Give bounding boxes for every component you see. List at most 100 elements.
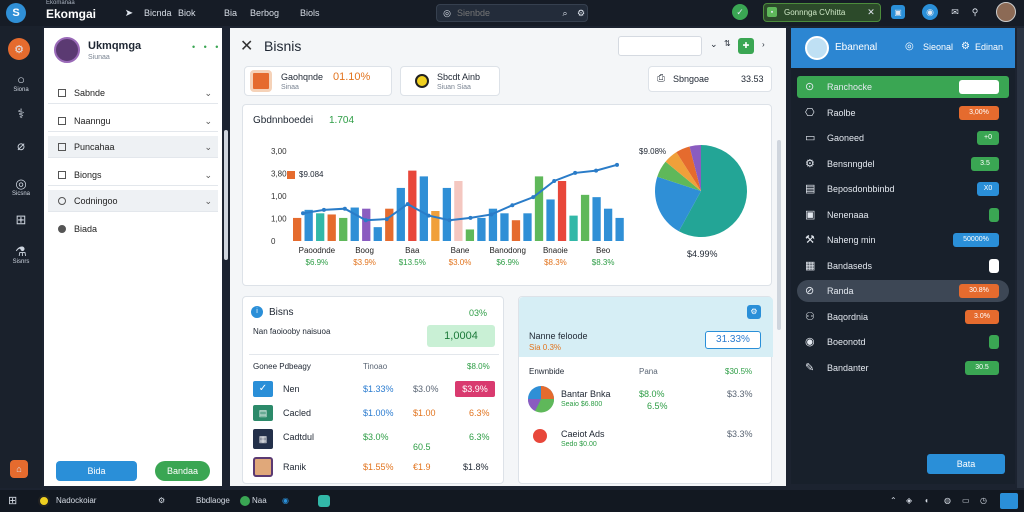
right-panel-item[interactable]: ⊘ Randa 30.8% xyxy=(797,280,1009,302)
battery-icon[interactable]: ▭ xyxy=(962,490,970,512)
header-tab-c[interactable]: Edinan xyxy=(975,42,1003,52)
status-pill[interactable]: Gonnnga CVhitta xyxy=(763,3,881,22)
nav-link-1[interactable]: Bicnda xyxy=(144,8,172,18)
teal-app-icon[interactable] xyxy=(318,495,330,507)
header-input[interactable] xyxy=(618,36,702,56)
person-icon[interactable]: ⚲ xyxy=(970,6,980,18)
secondary-button[interactable]: Bandaa xyxy=(155,461,210,481)
logo-badge-icon[interactable]: ⚙ xyxy=(8,38,30,60)
sort-icon[interactable]: ⇅ xyxy=(724,39,731,48)
x-tick-label: Boog xyxy=(355,246,374,255)
chart-line-point xyxy=(447,218,452,223)
profile-avatar[interactable] xyxy=(54,37,80,63)
right-panel-item[interactable]: ◉ Boeonotd xyxy=(797,331,1009,353)
close-icon[interactable]: ✕ xyxy=(866,6,876,18)
right-panel-item-label: Nenenaaa xyxy=(827,209,869,220)
magnifier-icon[interactable]: ⌕ xyxy=(560,7,570,19)
rail-item-globe[interactable]: ⌀ xyxy=(4,138,38,153)
app-logo-icon[interactable]: S xyxy=(6,3,26,23)
right-panel-item[interactable]: ⚒ Naheng min 50000% xyxy=(797,229,1009,251)
right-panel-item[interactable]: ▤ Beposdonbbinbd X0 xyxy=(797,178,1009,200)
add-icon[interactable]: ✚ xyxy=(738,38,754,54)
info-title: Nanne feloode xyxy=(529,331,588,341)
right-panel-item[interactable]: ⎔ Raolbe 3,00% xyxy=(797,102,1009,124)
stat-card-3[interactable]: ⎙ Sbngoae 33.53 xyxy=(648,66,772,92)
clock-icon[interactable]: ◷ xyxy=(980,490,987,512)
calendar-icon[interactable]: ▣ xyxy=(891,5,905,19)
menu-item-6[interactable]: Biada xyxy=(48,218,218,240)
avatar[interactable] xyxy=(805,36,829,60)
right-panel-item[interactable]: ⚙ Bensnngdel 3.5 xyxy=(797,153,1009,175)
nav-link-3[interactable]: Bia xyxy=(224,8,237,18)
right-panel-item[interactable]: ▦ Bandaseds xyxy=(797,255,1009,277)
menu-item-4[interactable]: Biongs ⌄ xyxy=(48,164,218,186)
avatar[interactable] xyxy=(996,2,1016,22)
nav-link-2[interactable]: Biok xyxy=(178,8,196,18)
right-panel-badge: +0 xyxy=(977,131,999,145)
dots-menu-icon[interactable]: • • • xyxy=(192,42,221,52)
expand-icon[interactable]: › xyxy=(762,40,765,49)
menu-item-5[interactable]: Codningoo ⌄ xyxy=(48,190,218,212)
settings-icon[interactable]: ⚙ xyxy=(576,7,586,19)
table-title: Bisns xyxy=(269,307,294,318)
notification-icon[interactable] xyxy=(1000,493,1018,509)
table-subtitle: Nan faoiooby naisuoa xyxy=(253,327,331,336)
mail-icon[interactable]: ✉ xyxy=(950,6,960,18)
category-value-label: $3.0% xyxy=(449,258,472,267)
header-tab-b[interactable]: Sieonal xyxy=(923,42,953,52)
main-scrollbar[interactable] xyxy=(777,140,781,330)
right-scrollbar[interactable] xyxy=(1017,28,1024,488)
app-circle-icon[interactable] xyxy=(38,495,50,507)
nav-link-4[interactable]: Berbog xyxy=(250,8,279,18)
list-icon: ⚇ xyxy=(805,310,815,323)
rail-item-camera[interactable]: ◎ Sicsna xyxy=(4,176,38,197)
x-tick-label: Baa xyxy=(405,246,420,255)
network-icon[interactable]: ◈ xyxy=(906,490,912,512)
right-panel-item[interactable]: ▭ Gaoneed +0 xyxy=(797,127,1009,149)
taskbar-item-1[interactable]: Nadockoiar xyxy=(56,490,96,512)
chevron-down-icon[interactable]: ⌄ xyxy=(710,39,718,50)
settings-icon[interactable]: ⚙ xyxy=(747,305,761,319)
right-panel-button[interactable]: Bata xyxy=(927,454,1005,474)
browser-icon[interactable]: ◉ xyxy=(282,490,289,512)
stat-card-1[interactable]: Gaohqnde 01.10% Sinaa xyxy=(244,66,392,96)
right-panel-item[interactable]: ▣ Nenenaaa xyxy=(797,204,1009,226)
x-tick-label: Paoodnde xyxy=(299,246,336,255)
arrow-icon[interactable]: ➤ xyxy=(124,7,134,19)
rail-item-flask[interactable]: ⚗ Sisnrs xyxy=(4,244,38,265)
chart-bar xyxy=(442,187,452,241)
user-circle-icon[interactable]: ◉ xyxy=(922,4,938,20)
green-app-icon[interactable] xyxy=(240,496,250,506)
rail-item-grid[interactable]: ⊞ xyxy=(4,212,38,227)
chevron-up-icon[interactable]: ⌃ xyxy=(890,490,897,512)
speaker-icon[interactable]: ◖ xyxy=(924,490,929,512)
right-panel-item[interactable]: ✎ Bandanter 30.5 xyxy=(797,357,1009,379)
home-app-icon[interactable]: ⌂ xyxy=(10,460,28,478)
menu-item-1[interactable]: Sabnde ⌄ xyxy=(48,82,218,104)
taskbar-item-3[interactable]: Naa xyxy=(252,490,267,512)
right-panel-item[interactable]: ⚇ Baqordnia 3.0% xyxy=(797,306,1009,328)
status-icon[interactable]: ✓ xyxy=(732,4,748,20)
menu-item-3[interactable]: Puncahaa ⌄ xyxy=(48,136,218,158)
header-tab-a[interactable]: Ebanenal xyxy=(835,42,877,53)
close-icon[interactable]: ✕ xyxy=(240,36,253,56)
wifi-icon[interactable]: ◍ xyxy=(944,490,951,512)
chart-bar xyxy=(534,176,544,241)
right-panel-badge: 3.0% xyxy=(965,309,999,324)
chart-card: Gbdnnboedei 1.704 $9.084 3,00 3,80 1,00 1,0… xyxy=(242,104,772,286)
windows-icon[interactable]: ⊞ xyxy=(8,490,17,512)
chart-line-point xyxy=(615,162,619,167)
settings-icon[interactable]: ⚙ xyxy=(158,490,165,512)
rail-item-chart[interactable]: ⚕ xyxy=(4,106,38,121)
primary-button[interactable]: Bida xyxy=(56,461,137,481)
rail-item-home[interactable]: ○ Siona xyxy=(4,72,38,93)
side-scrollbar[interactable] xyxy=(224,130,228,260)
stat-card-2[interactable]: Sbcdt Ainb Siuan Siaa xyxy=(400,66,500,96)
taskbar-item-2[interactable]: Bbdlaoge xyxy=(196,490,230,512)
right-panel-item[interactable]: ⊙ Ranchocke xyxy=(797,76,1009,98)
chart-bar xyxy=(316,213,325,241)
stat-value: 33.53 xyxy=(741,74,764,84)
menu-item-2[interactable]: Naanngu ⌄ xyxy=(48,110,218,132)
nav-link-5[interactable]: Biols xyxy=(300,8,320,18)
flask-icon: ⚗ xyxy=(15,244,27,259)
